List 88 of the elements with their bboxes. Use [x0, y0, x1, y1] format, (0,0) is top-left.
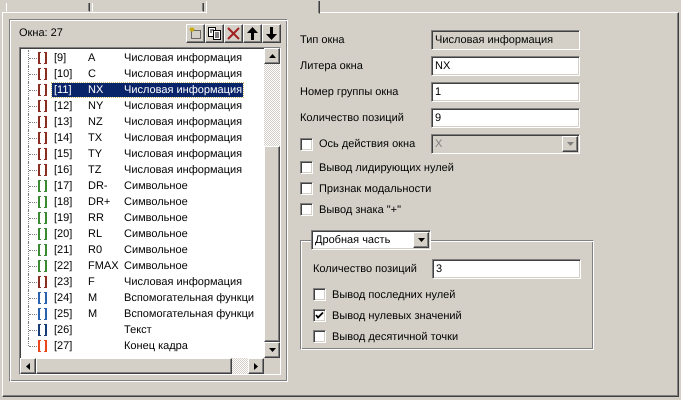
copy-icon [208, 26, 221, 40]
window-list-item[interactable]: [13] NZ Числовая информация [52, 115, 244, 129]
checkbox[interactable] [300, 182, 313, 195]
field-label: Тип окна [300, 34, 346, 46]
delete-icon [227, 26, 240, 40]
window-list-item[interactable]: [24] M Вспомогательная функци [52, 291, 256, 305]
bracket-icon [38, 308, 47, 320]
bracket-icon [38, 340, 47, 352]
window-list-item[interactable]: [25] M Вспомогательная функци [52, 307, 256, 321]
checkbox-label: Вывод нулевых значений [332, 310, 462, 322]
copy-button[interactable] [205, 24, 224, 42]
checkbox-label: Ось действия окна [319, 138, 416, 150]
field-label: Номер группы окна [300, 86, 400, 98]
window-list-item[interactable]: [27] Конец кадра [52, 339, 189, 353]
input-field[interactable]: 9 [431, 108, 580, 128]
window-list-item[interactable]: [22] FMAX Символьное [52, 259, 189, 273]
checkbox[interactable] [313, 330, 326, 343]
window-list-item[interactable]: [15] TY Числовая информация [52, 147, 244, 161]
scrollbar-thumb[interactable] [264, 146, 280, 342]
down-triangle-icon [566, 142, 574, 146]
field-label: Количество позиций [300, 112, 405, 124]
bracket-icon [38, 228, 47, 240]
down-arrow-icon [266, 26, 277, 40]
move-down-button[interactable] [262, 24, 281, 42]
window-list-item[interactable]: [12] NY Числовая информация [52, 99, 244, 113]
bracket-icon [38, 84, 47, 96]
window-list-item[interactable]: [21] R0 Символьное [52, 243, 189, 257]
bracket-icon [38, 164, 47, 176]
tab[interactable] [6, 3, 90, 12]
window-list-item[interactable]: [14] TX Числовая информация [52, 131, 244, 145]
up-triangle-icon [268, 54, 276, 58]
bracket-icon [38, 68, 47, 80]
bracket-icon [38, 292, 47, 304]
scroll-right-button[interactable] [248, 358, 264, 374]
window-list-item[interactable]: [9] A Числовая информация [52, 51, 244, 65]
up-arrow-icon [247, 26, 258, 40]
bracket-icon [38, 52, 47, 64]
bracket-icon [38, 212, 47, 224]
bracket-icon [38, 116, 47, 128]
field-label: Литера окна [300, 60, 364, 72]
bracket-icon [38, 180, 47, 192]
new-button[interactable] [186, 24, 205, 42]
scroll-left-button[interactable] [20, 358, 36, 374]
window-list-item[interactable]: [16] TZ Числовая информация [52, 163, 244, 177]
checkbox[interactable] [313, 288, 326, 301]
fraction-dropdown[interactable]: Дробная часть [311, 230, 431, 250]
bracket-icon [38, 276, 47, 288]
checkbox-label: Вывод знака "+" [319, 204, 402, 216]
bracket-icon [38, 100, 47, 112]
checkbox-label: Вывод последних нулей [332, 288, 456, 300]
checkbox[interactable] [300, 161, 313, 174]
checkbox[interactable] [313, 309, 326, 322]
input-field[interactable]: 1 [431, 82, 580, 102]
window-count-label: Окна: 27 [19, 27, 63, 39]
bracket-icon [38, 324, 47, 336]
bracket-icon [38, 196, 47, 208]
checkbox-label: Вывод лидирующих нулей [319, 162, 454, 174]
field-label: Количество позиций [313, 263, 418, 275]
bracket-icon [38, 244, 47, 256]
checkbox-label: Признак модальности [319, 182, 432, 194]
left-triangle-icon [26, 362, 30, 370]
input-field[interactable]: NX [431, 56, 580, 76]
dropdown-button[interactable] [413, 232, 429, 248]
right-triangle-icon [254, 362, 258, 370]
move-up-button[interactable] [243, 24, 262, 42]
checkbox[interactable] [300, 203, 313, 216]
scrollbar-corner [264, 358, 280, 374]
bracket-icon [38, 148, 47, 160]
window-list-item[interactable]: [18] DR+ Символьное [52, 195, 189, 209]
down-triangle-icon [268, 348, 276, 352]
window-list-item[interactable]: [20] RL Символьное [52, 227, 189, 241]
checkbox-label: Вывод десятичной точки [332, 330, 458, 342]
bracket-icon [38, 132, 47, 144]
window-list-item[interactable]: [23] F Числовая информация [52, 275, 244, 289]
window-list-item[interactable]: [10] C Числовая информация [52, 67, 244, 81]
scroll-down-button[interactable] [264, 342, 280, 358]
bracket-icon [38, 260, 47, 272]
scrollbar-thumb[interactable] [36, 358, 232, 374]
window-list-item[interactable]: [19] RR Символьное [52, 211, 189, 225]
scroll-up-button[interactable] [264, 48, 280, 64]
input-field[interactable]: 3 [432, 259, 581, 279]
delete-button[interactable] [224, 24, 243, 42]
readonly-field: Числовая информация [431, 30, 580, 50]
window-list-item[interactable]: [11] NX Числовая информация [52, 83, 244, 97]
new-item-icon [189, 26, 202, 40]
window-list-item[interactable]: [26] Текст [52, 323, 153, 337]
window-list-item[interactable]: [17] DR- Символьное [52, 179, 189, 193]
down-triangle-icon [418, 238, 424, 242]
